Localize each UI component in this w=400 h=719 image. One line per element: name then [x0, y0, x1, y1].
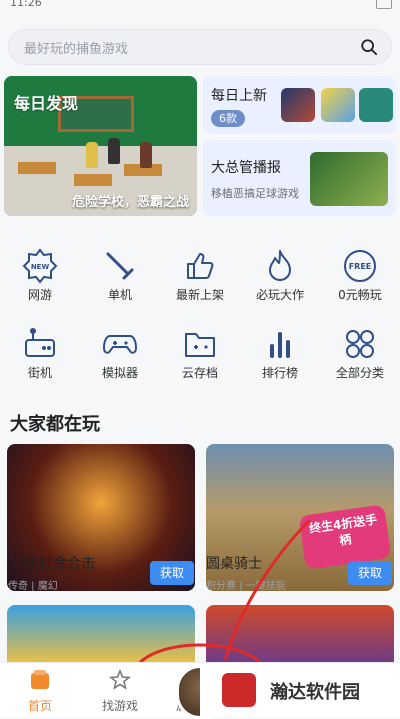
category-label: 全部分类	[335, 366, 384, 380]
daily-discovery-card[interactable]: 每日发现 危险学校，恶霸之战	[4, 76, 197, 216]
broadcast-image	[310, 152, 388, 206]
game-thumbnail	[321, 88, 355, 122]
scene-character	[108, 138, 120, 164]
tab-label: 首页	[27, 699, 52, 713]
gamepad-icon	[103, 335, 137, 354]
status-bar: 11:26	[0, 0, 400, 10]
category-ranking[interactable]: 排行榜	[240, 320, 320, 390]
category-all[interactable]: 全部分类	[320, 320, 400, 390]
scene-character	[86, 142, 98, 168]
category-label: 排行榜	[261, 366, 298, 380]
category-label: 网游	[27, 288, 52, 302]
category-label: 最新上架	[175, 288, 224, 302]
watermark-logo-icon	[222, 673, 256, 707]
battery-icon	[376, 0, 392, 9]
search-icon[interactable]	[360, 38, 378, 56]
category-new[interactable]: 最新上架	[160, 242, 240, 312]
thumbs-up-icon	[187, 253, 214, 279]
star-icon	[109, 669, 131, 690]
svg-text:FREE: FREE	[349, 262, 372, 271]
new-badge-icon: NEW	[22, 248, 58, 284]
watermark-text: 瀚达软件园	[270, 682, 360, 703]
scene-desk	[18, 162, 56, 174]
updates-title: 每日上新	[211, 88, 267, 104]
game-name: 1.85打金合击	[8, 556, 96, 572]
status-time: 11:26	[10, 0, 42, 9]
category-online[interactable]: NEW 网游	[0, 242, 80, 312]
daily-title: 每日发现	[14, 94, 79, 113]
category-hot[interactable]: 必玩大作	[240, 242, 320, 312]
cloud-folder-icon	[185, 333, 215, 357]
broadcast-subtitle: 移植恶搞足球游戏	[211, 187, 299, 200]
category-label: 云存档	[181, 366, 218, 380]
category-row: NEW 网游 单机 最新上架 必玩大作 FREE 0元畅玩	[0, 242, 400, 312]
category-free[interactable]: FREE 0元畅玩	[320, 242, 400, 312]
arcade-icon	[25, 328, 55, 357]
daily-updates-card[interactable]: 每日上新 6款	[203, 76, 396, 134]
watermark: 瀚达软件园	[200, 665, 400, 716]
scene-desk	[74, 174, 112, 186]
broadcast-title: 大总管播报	[211, 160, 281, 176]
game-thumbnail	[359, 88, 393, 122]
get-button[interactable]: 获取	[348, 561, 392, 585]
category-arcade[interactable]: 街机	[0, 320, 80, 390]
flame-icon	[269, 250, 291, 281]
category-label: 0元畅玩	[338, 288, 382, 302]
category-row: 街机 模拟器 云存档 排行榜 全部分类	[0, 320, 400, 390]
category-label: 单机	[107, 288, 132, 302]
category-label: 模拟器	[101, 366, 138, 380]
category-single[interactable]: 单机	[80, 242, 160, 312]
bar-chart-icon	[270, 332, 290, 358]
game-thumbnail	[281, 88, 315, 122]
search-placeholder: 最好玩的捕鱼游戏	[24, 42, 129, 57]
category-emulator[interactable]: 模拟器	[80, 320, 160, 390]
svg-text:NEW: NEW	[31, 263, 50, 271]
category-label: 必玩大作	[255, 288, 304, 302]
broadcast-card[interactable]: 大总管播报 移植恶搞足球游戏	[203, 140, 396, 216]
category-cloud-save[interactable]: 云存档	[160, 320, 240, 390]
updates-count-badge: 6款	[211, 110, 245, 127]
home-icon	[31, 670, 49, 689]
sword-icon	[106, 252, 134, 280]
scene-character	[140, 142, 152, 168]
section-title: 大家都在玩	[10, 414, 100, 435]
game-tags: 传奇 | 魔幻	[8, 581, 58, 592]
search-bar[interactable]: 最好玩的捕鱼游戏	[8, 29, 392, 65]
daily-caption: 危险学校，恶霸之战	[71, 195, 189, 210]
grid-icon	[346, 330, 374, 358]
free-badge-icon: FREE	[344, 250, 376, 282]
category-label: 街机	[27, 366, 52, 380]
tab-home[interactable]: 首页	[0, 663, 80, 717]
